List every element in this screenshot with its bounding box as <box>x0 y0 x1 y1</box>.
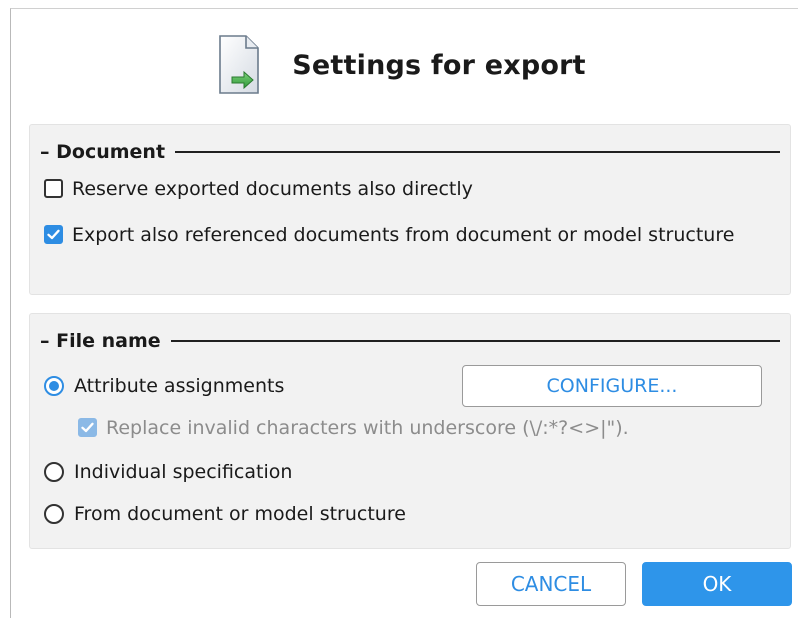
checkmark-icon <box>81 422 94 433</box>
replace-invalid-label: Replace invalid characters with undersco… <box>106 417 629 439</box>
legend-divider <box>175 151 780 153</box>
radio-dot <box>49 381 59 391</box>
ok-button[interactable]: OK <box>642 562 792 606</box>
dialog-title: Settings for export <box>292 49 586 81</box>
document-legend-label: – Document <box>40 141 166 163</box>
cancel-button[interactable]: CANCEL <box>476 562 626 606</box>
export-referenced-label: Export also referenced documents from do… <box>72 224 735 246</box>
configure-button[interactable]: CONFIGURE... <box>462 365 762 407</box>
attribute-assignments-radio[interactable] <box>44 376 64 396</box>
dialog-header: Settings for export <box>11 25 789 105</box>
from-structure-radio[interactable] <box>44 504 64 524</box>
replace-invalid-checkbox <box>78 418 97 437</box>
from-structure-label: From document or model structure <box>74 503 406 525</box>
reserve-exported-label: Reserve exported documents also directly <box>72 178 473 200</box>
reserve-exported-checkbox[interactable] <box>44 179 63 198</box>
file-name-section: – File name Attribute assignments CONFIG… <box>29 313 791 549</box>
individual-specification-radio[interactable] <box>44 462 64 482</box>
file-name-legend: – File name <box>40 330 780 352</box>
document-legend: – Document <box>40 141 780 163</box>
export-referenced-option[interactable]: Export also referenced documents from do… <box>44 219 744 251</box>
individual-specification-label: Individual specification <box>74 461 293 483</box>
legend-divider <box>170 340 780 342</box>
radio-from-structure[interactable]: From document or model structure <box>44 498 406 530</box>
attribute-assignments-label: Attribute assignments <box>74 375 285 397</box>
export-referenced-checkbox[interactable] <box>44 225 63 244</box>
replace-invalid-option: Replace invalid characters with undersco… <box>78 412 629 444</box>
export-settings-dialog: Settings for export – Document Reserve e… <box>10 8 798 618</box>
checkmark-icon <box>47 229 60 240</box>
file-name-legend-label: – File name <box>40 330 161 352</box>
document-section: – Document Reserve exported documents al… <box>29 124 791 295</box>
export-document-icon <box>219 35 260 94</box>
radio-attribute-assignments[interactable]: Attribute assignments <box>44 370 284 402</box>
reserve-exported-option[interactable]: Reserve exported documents also directly <box>44 173 473 205</box>
radio-individual-specification[interactable]: Individual specification <box>44 456 292 488</box>
